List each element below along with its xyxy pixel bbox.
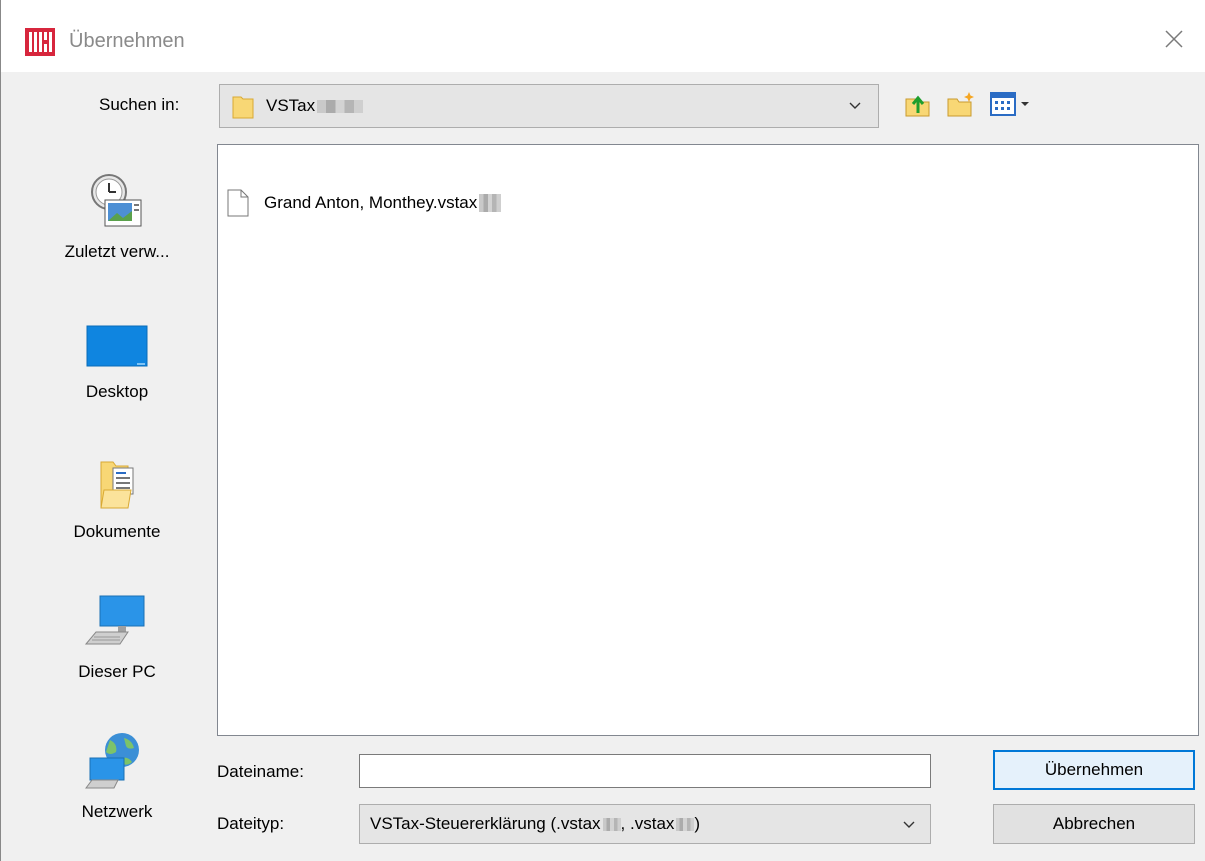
- up-folder-button[interactable]: [901, 88, 935, 120]
- file-icon: [227, 189, 249, 217]
- new-folder-icon: [947, 92, 974, 117]
- place-recent[interactable]: Zuletzt verw...: [33, 168, 201, 288]
- new-folder-button[interactable]: [943, 88, 979, 120]
- view-menu-button[interactable]: [987, 88, 1035, 120]
- redacted-text: [676, 817, 695, 831]
- place-desktop[interactable]: Desktop: [33, 308, 201, 428]
- close-button[interactable]: [1157, 22, 1191, 56]
- network-icon: [85, 733, 139, 789]
- filetype-value: , .vstax: [620, 814, 675, 833]
- look-in-combo[interactable]: VSTax: [219, 84, 879, 128]
- filetype-value: VSTax-Steuererklärung (.vstax: [370, 814, 601, 833]
- ok-button[interactable]: Übernehmen: [993, 750, 1195, 790]
- filename-input[interactable]: [359, 754, 931, 788]
- look-in-label: Suchen in:: [99, 95, 180, 114]
- close-icon: [1165, 30, 1183, 48]
- filename-label: Dateiname:: [217, 762, 304, 781]
- redacted-text: [317, 99, 364, 113]
- place-documents[interactable]: Dokumente: [33, 448, 201, 568]
- filetype-select[interactable]: VSTax-Steuererklärung (.vstax , .vstax ): [359, 804, 931, 844]
- place-label: Dokumente: [73, 522, 161, 541]
- cancel-button[interactable]: Abbrechen: [993, 804, 1195, 844]
- place-label: Dieser PC: [78, 662, 156, 681]
- app-logo-icon: [25, 28, 55, 56]
- title-bar: Übernehmen: [1, 0, 1205, 72]
- file-name: Grand Anton, Monthey.vstax: [264, 193, 478, 212]
- open-file-dialog: Übernehmen Suchen in: VSTax Zuletzt verw…: [0, 0, 1205, 861]
- file-list[interactable]: Grand Anton, Monthey.vstax: [217, 144, 1199, 736]
- look-in-folder-name: VSTax: [266, 96, 316, 115]
- redacted-text: [602, 817, 621, 831]
- recent-places-icon: [91, 174, 142, 227]
- window-title: Übernehmen: [69, 30, 185, 52]
- place-this-pc[interactable]: Dieser PC: [33, 588, 201, 708]
- up-folder-icon: [905, 95, 930, 117]
- filetype-label: Dateityp:: [217, 814, 285, 833]
- place-label: Desktop: [85, 382, 149, 401]
- chevron-down-icon: [849, 102, 861, 109]
- desktop-icon: [86, 325, 148, 367]
- place-label: Netzwerk: [81, 802, 153, 821]
- documents-icon: [100, 461, 134, 509]
- list-item[interactable]: Grand Anton, Monthey.vstax: [226, 189, 502, 217]
- filetype-value: ): [694, 814, 701, 833]
- place-network[interactable]: Netzwerk: [33, 728, 201, 848]
- redacted-text: [479, 194, 502, 212]
- chevron-down-icon: [903, 821, 915, 828]
- folder-icon: [232, 96, 254, 119]
- places-bar: Zuletzt verw... Desktop Dokumente Dieser…: [33, 144, 201, 844]
- place-label: Zuletzt verw...: [64, 242, 170, 261]
- this-pc-icon: [84, 595, 145, 645]
- view-menu-icon: [990, 92, 1029, 116]
